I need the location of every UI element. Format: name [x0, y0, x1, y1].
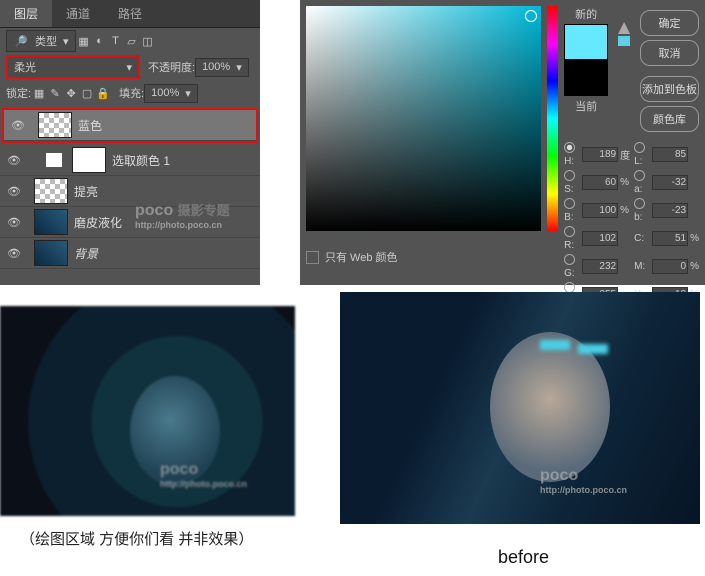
l-input[interactable]	[652, 147, 688, 162]
before-label: before	[498, 547, 549, 568]
c-input[interactable]	[652, 231, 688, 246]
search-icon: 🔎	[13, 33, 29, 49]
mask-thumb[interactable]	[72, 147, 106, 173]
h-input[interactable]	[582, 147, 618, 162]
visibility-toggle[interactable]: 👁	[0, 185, 28, 198]
layer-name: 蓝色	[78, 117, 102, 134]
panel-tabs: 图层 通道 路径	[0, 0, 260, 28]
radio-b2[interactable]	[634, 198, 645, 209]
color-field[interactable]	[306, 6, 541, 231]
color-picker-panel: 只有 Web 颜色 新的 当前 确定 取消 添加到色板 颜色库 H:度 L: S…	[300, 0, 705, 285]
new-color-swatch	[564, 24, 608, 60]
buttons-col: 确定 取消 添加到色板 颜色库	[640, 6, 699, 136]
current-color-swatch	[564, 60, 608, 96]
watermark: pocohttp://photo.poco.cn	[160, 461, 247, 489]
a-input[interactable]	[652, 175, 688, 190]
gamut-swatch[interactable]	[618, 36, 630, 46]
layer-name: 选取颜色 1	[112, 152, 170, 169]
s-input[interactable]	[582, 175, 618, 190]
web-only-label: 只有 Web 颜色	[325, 249, 398, 265]
radio-h[interactable]	[564, 142, 575, 153]
chevron-down-icon: ▾	[63, 35, 69, 48]
visibility-toggle[interactable]: 👁	[0, 216, 28, 229]
radio-r[interactable]	[564, 226, 575, 237]
gamut-warning-icon[interactable]	[618, 22, 630, 34]
color-libs-button[interactable]: 颜色库	[640, 106, 699, 132]
cancel-button[interactable]: 取消	[640, 40, 699, 66]
warning-col	[618, 22, 630, 136]
kind-select[interactable]: 🔎类型▾	[6, 30, 76, 52]
blend-mode-select[interactable]: 柔光▾	[6, 55, 140, 79]
layer-name: 提亮	[74, 183, 98, 200]
chevron-down-icon: ▾	[185, 87, 191, 100]
highlighted-layer: 👁 蓝色	[2, 108, 258, 143]
bv-input[interactable]	[582, 203, 618, 218]
b2-input[interactable]	[652, 203, 688, 218]
filter-row: 🔎类型▾ ▦ ◐ T ▱ ◫	[0, 28, 260, 54]
tab-channels[interactable]: 通道	[52, 0, 104, 27]
lock-label: 锁定:	[6, 85, 31, 101]
fill-input[interactable]: 100%▾	[144, 84, 198, 103]
opacity-label: 不透明度:	[148, 59, 195, 75]
lock-row: 锁定: ▦ ✎ ✥ ▢ 🔒 填充: 100%▾	[0, 80, 260, 106]
watermark: pocohttp://photo.poco.cn	[540, 467, 627, 495]
visibility-toggle[interactable]: 👁	[0, 247, 28, 260]
lock-artboard-icon[interactable]: ▢	[79, 85, 95, 101]
chevron-down-icon: ▾	[236, 61, 242, 74]
filter-smart-icon[interactable]: ◫	[140, 33, 156, 49]
hue-slider[interactable]	[547, 6, 558, 231]
layers-panel: 图层 通道 路径 🔎类型▾ ▦ ◐ T ▱ ◫ 柔光▾ 不透明度: 100%▾ …	[0, 0, 260, 285]
ok-button[interactable]: 确定	[640, 10, 699, 36]
filter-adjust-icon[interactable]: ◐	[92, 33, 108, 49]
radio-l[interactable]	[634, 142, 645, 153]
layer-thumb[interactable]	[34, 178, 68, 204]
chevron-down-icon: ▾	[126, 61, 132, 74]
current-label: 当前	[564, 98, 608, 114]
fill-label: 填充:	[119, 85, 144, 101]
layer-blue[interactable]: 👁 蓝色	[4, 110, 256, 141]
eye-makeup	[540, 340, 570, 350]
color-field-column: 只有 Web 颜色	[306, 6, 541, 279]
adjust-icon	[46, 153, 62, 167]
radio-s[interactable]	[564, 170, 575, 181]
layer-thumb[interactable]	[34, 240, 68, 266]
filter-image-icon[interactable]: ▦	[76, 33, 92, 49]
add-swatch-button[interactable]: 添加到色板	[640, 76, 699, 102]
radio-b[interactable]	[564, 198, 575, 209]
lock-all-icon[interactable]: 🔒	[95, 85, 111, 101]
picker-right: 新的 当前 确定 取消 添加到色板 颜色库 H:度 L: S:% a: B:% …	[564, 6, 699, 279]
web-only-row: 只有 Web 颜色	[306, 249, 541, 265]
layer-bg[interactable]: 👁 背景	[0, 238, 260, 269]
caption: （绘图区域 方便你们看 并非效果）	[20, 528, 253, 549]
visibility-toggle[interactable]: 👁	[4, 119, 32, 132]
filter-shape-icon[interactable]: ▱	[124, 33, 140, 49]
layer-thumb[interactable]	[34, 209, 68, 235]
layer-name: 背景	[74, 245, 98, 262]
web-only-checkbox[interactable]	[306, 251, 319, 264]
watermark: poco 摄影专题http://photo.poco.cn	[135, 200, 230, 230]
opacity-input[interactable]: 100%▾	[195, 58, 249, 77]
m-input[interactable]	[652, 259, 688, 274]
tab-layers[interactable]: 图层	[0, 0, 52, 27]
blend-row: 柔光▾ 不透明度: 100%▾	[0, 54, 260, 80]
eye-makeup	[578, 344, 608, 354]
layer-thumb[interactable]	[38, 112, 72, 138]
new-label: 新的	[564, 6, 608, 22]
layer-name: 磨皮液化	[74, 214, 122, 231]
lock-move-icon[interactable]: ✥	[63, 85, 79, 101]
layer-select-color[interactable]: 👁 选取颜色 1	[0, 145, 260, 176]
radio-a[interactable]	[634, 170, 645, 181]
preview-image-left: pocohttp://photo.poco.cn	[0, 306, 295, 516]
r-input[interactable]	[582, 231, 618, 246]
radio-g[interactable]	[564, 254, 575, 265]
picker-cursor	[525, 10, 537, 22]
visibility-toggle[interactable]: 👁	[0, 154, 28, 167]
tab-paths[interactable]: 路径	[104, 0, 156, 27]
lock-brush-icon[interactable]: ✎	[47, 85, 63, 101]
preview-image-right: pocohttp://photo.poco.cn	[340, 292, 700, 524]
filter-type-icon[interactable]: T	[108, 33, 124, 49]
swatch-column: 新的 当前	[564, 6, 608, 136]
lock-pixels-icon[interactable]: ▦	[31, 85, 47, 101]
g-input[interactable]	[582, 259, 618, 274]
